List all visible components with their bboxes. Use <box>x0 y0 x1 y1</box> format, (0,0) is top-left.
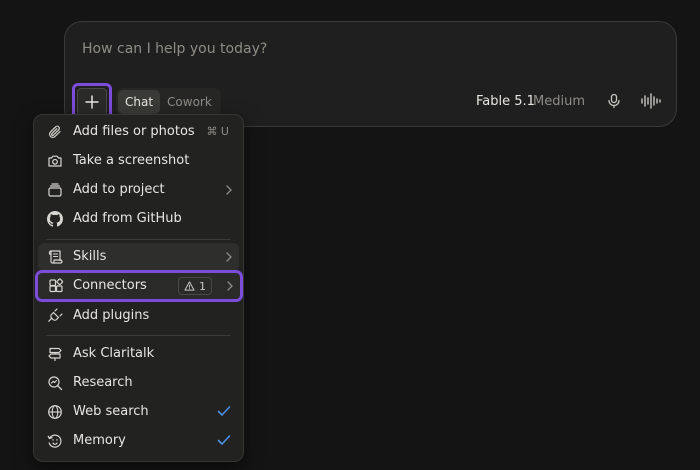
microphone-button[interactable] <box>606 93 622 109</box>
menu-item-memory[interactable]: Memory <box>38 427 239 455</box>
menu-item-label: Skills <box>73 249 107 264</box>
menu-item-label: Add from GitHub <box>73 211 182 226</box>
research-icon <box>48 376 63 391</box>
mode-cowork-button[interactable]: Cowork <box>160 90 219 114</box>
memory-icon <box>47 434 62 448</box>
menu-item-label: Add files or photos <box>73 124 195 139</box>
chevron-right-icon <box>226 252 232 262</box>
menu-item-connectors[interactable]: Connectors 1 <box>35 270 243 302</box>
connectors-icon <box>49 278 64 293</box>
warning-count: 1 <box>199 279 206 293</box>
keyboard-shortcut: ⌘ U <box>206 125 229 138</box>
prompt-input[interactable] <box>82 38 642 60</box>
menu-divider <box>46 335 231 336</box>
effort-selector[interactable]: Medium <box>533 94 585 109</box>
camera-icon <box>48 155 62 167</box>
signpost-icon <box>48 347 62 361</box>
menu-item-label: Connectors <box>73 278 147 293</box>
mode-toggle: Chat Cowork <box>116 88 221 116</box>
warning-badge: 1 <box>178 277 212 295</box>
menu-divider <box>46 239 231 240</box>
voice-waveform-icon <box>641 93 661 109</box>
plus-icon <box>85 95 99 109</box>
chat-composer: Chat Cowork Fable 5.1 Medium <box>64 21 677 127</box>
warning-icon <box>184 281 195 291</box>
menu-item-add-files[interactable]: Add files or photos ⌘ U <box>38 118 239 146</box>
checkmark-icon <box>217 406 231 416</box>
add-content-menu: Add files or photos ⌘ U Take a screensho… <box>33 114 244 462</box>
menu-item-label: Memory <box>73 433 126 448</box>
menu-item-label: Take a screenshot <box>73 153 190 168</box>
menu-item-take-screenshot[interactable]: Take a screenshot <box>38 147 239 175</box>
menu-item-label: Ask Claritalk <box>73 346 155 361</box>
menu-item-add-to-project[interactable]: Add to project <box>38 176 239 204</box>
mode-chat-button[interactable]: Chat <box>118 90 161 114</box>
voice-mode-button[interactable] <box>640 93 662 109</box>
chevron-right-icon <box>226 185 232 195</box>
menu-item-skills[interactable]: Skills <box>38 243 239 271</box>
chevron-right-icon <box>227 281 233 291</box>
paperclip-icon <box>49 125 61 138</box>
menu-item-ask-claritalk[interactable]: Ask Claritalk <box>38 340 239 368</box>
menu-item-research[interactable]: Research <box>38 369 239 397</box>
menu-item-add-from-github[interactable]: Add from GitHub <box>38 205 239 233</box>
menu-item-label: Web search <box>73 404 149 419</box>
project-stack-icon <box>48 183 62 197</box>
skills-scroll-icon <box>48 250 63 264</box>
checkmark-icon <box>217 435 231 445</box>
menu-item-web-search[interactable]: Web search <box>38 398 239 426</box>
menu-item-add-plugins[interactable]: Add plugins <box>38 302 239 330</box>
menu-item-label: Add to project <box>73 182 165 197</box>
menu-item-label: Add plugins <box>73 308 150 323</box>
microphone-icon <box>608 93 620 109</box>
github-icon <box>47 211 63 227</box>
globe-icon <box>48 405 62 419</box>
plug-icon <box>48 308 63 322</box>
model-selector[interactable]: Fable 5.1 <box>476 94 535 109</box>
menu-item-label: Research <box>73 375 133 390</box>
